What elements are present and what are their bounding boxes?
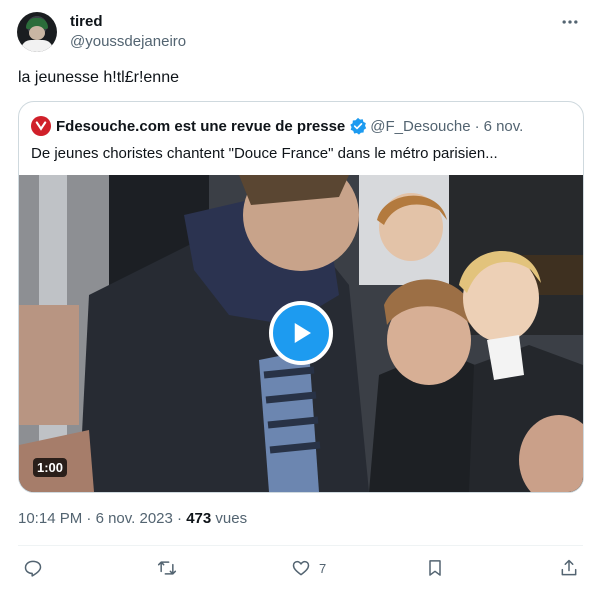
- author-avatar[interactable]: [17, 12, 57, 52]
- quoted-date[interactable]: 6 nov.: [484, 118, 524, 135]
- divider: [18, 545, 583, 546]
- quoted-author-name[interactable]: Fdesouche.com est une revue de presse: [56, 118, 345, 135]
- tweet-date[interactable]: 6 nov. 2023: [96, 510, 173, 527]
- tweet-meta: 10:14 PM · 6 nov. 2023 · 473 vues: [18, 510, 247, 527]
- retweet-icon: [157, 561, 177, 575]
- quoted-author-handle[interactable]: @F_Desouche: [370, 118, 470, 135]
- quoted-tweet[interactable]: Fdesouche.com est une revue de presse @F…: [18, 101, 584, 493]
- like-count: 7: [319, 560, 327, 576]
- play-icon: [294, 323, 311, 343]
- meta-separator: ·: [177, 510, 183, 527]
- fdesouche-logo-icon: [31, 116, 51, 136]
- avatar-shirt: [21, 40, 53, 52]
- like-button[interactable]: 7: [291, 558, 326, 578]
- bookmark-icon: [429, 560, 441, 576]
- video-player[interactable]: 1:00: [19, 175, 583, 492]
- dot-separator: ·: [474, 117, 480, 135]
- share-button[interactable]: [559, 558, 579, 578]
- author-handle[interactable]: @youssdejaneiro: [70, 33, 186, 50]
- bookmark-button[interactable]: [425, 558, 445, 578]
- like-icon: [292, 560, 310, 576]
- quoted-header: Fdesouche.com est une revue de presse @F…: [31, 116, 523, 136]
- meta-separator: ·: [86, 510, 92, 527]
- quoted-text: De jeunes choristes chantent "Douce Fran…: [31, 145, 498, 162]
- verified-badge-icon: [349, 117, 367, 135]
- play-button[interactable]: [269, 301, 333, 365]
- reply-icon: [24, 560, 42, 577]
- more-icon[interactable]: [558, 12, 582, 32]
- views-label: vues: [215, 510, 248, 527]
- action-bar: 7: [0, 555, 597, 587]
- avatar-face: [29, 26, 45, 40]
- reply-button[interactable]: [23, 558, 51, 578]
- tweet-time[interactable]: 10:14 PM: [18, 510, 82, 527]
- views-count: 473: [186, 510, 212, 527]
- tweet-text: la jeunesse h!tl£r!enne: [18, 69, 179, 86]
- share-icon: [561, 559, 577, 576]
- retweet-button[interactable]: [157, 558, 185, 578]
- author-name[interactable]: tired: [70, 13, 103, 30]
- video-duration: 1:00: [33, 458, 68, 477]
